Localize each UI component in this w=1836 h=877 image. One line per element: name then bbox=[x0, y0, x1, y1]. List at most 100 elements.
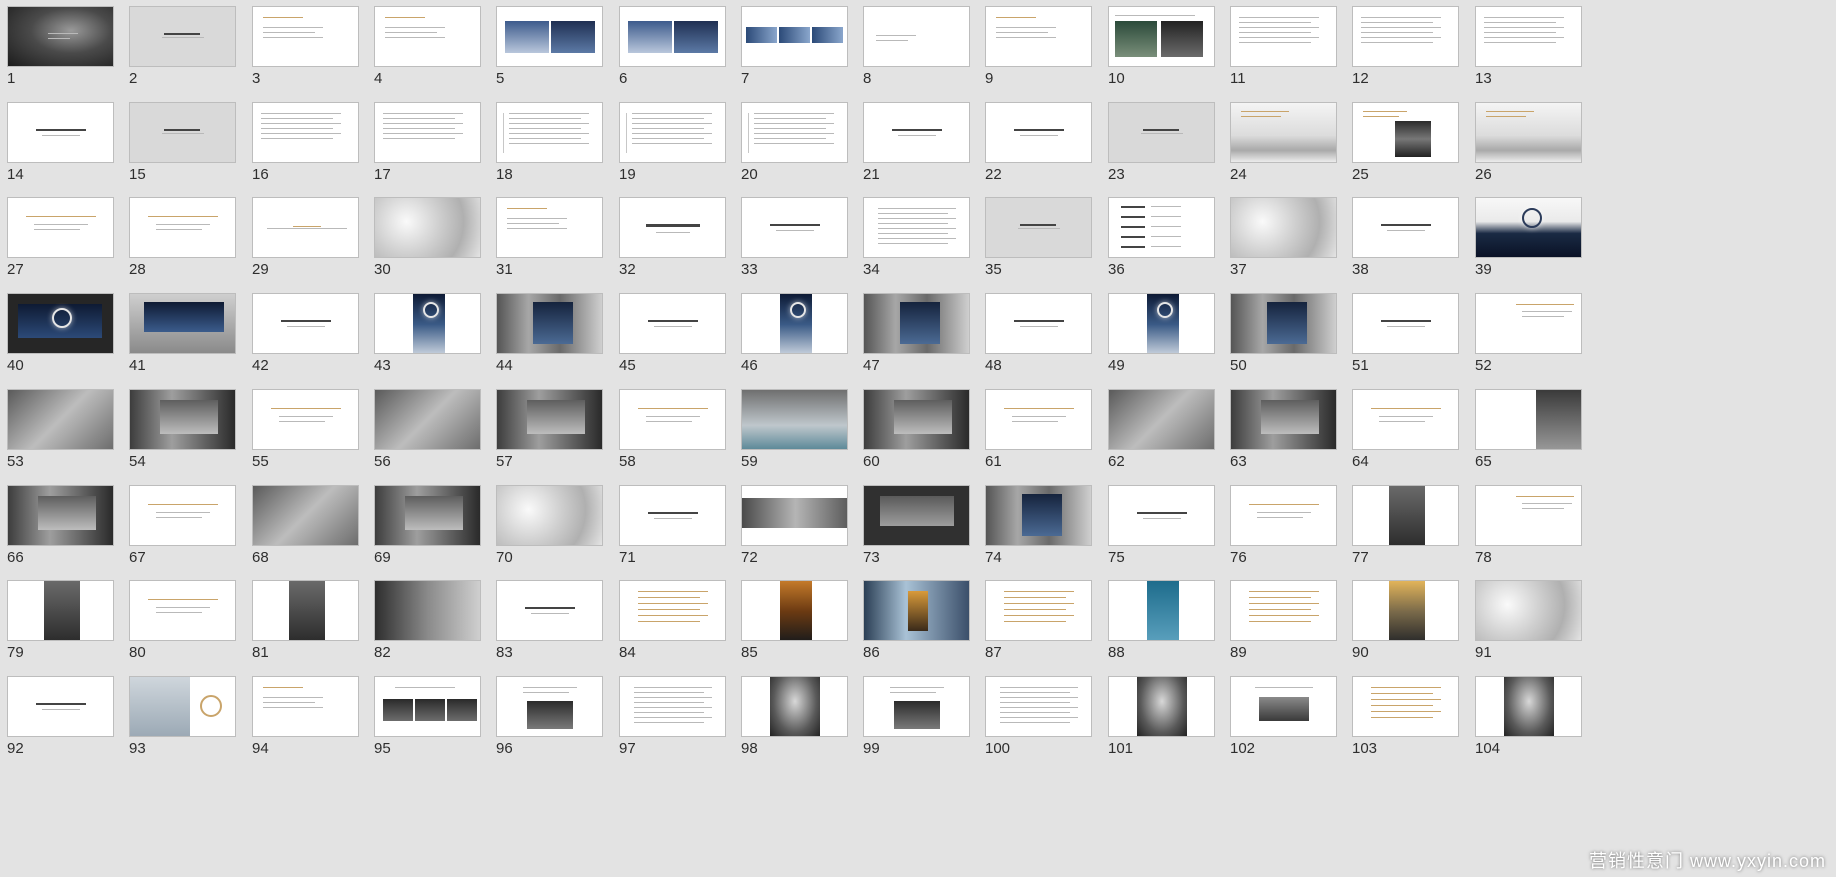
slide-thumbnail[interactable] bbox=[863, 197, 970, 258]
slide-thumbnail[interactable] bbox=[129, 293, 236, 354]
slide-thumbnail[interactable] bbox=[863, 102, 970, 163]
slide-thumbnail[interactable] bbox=[1475, 293, 1582, 354]
slide-thumbnail[interactable] bbox=[1475, 6, 1582, 67]
slide-thumbnail[interactable] bbox=[496, 6, 603, 67]
slide-thumbnail[interactable] bbox=[7, 389, 114, 450]
slide-thumbnail[interactable] bbox=[1352, 102, 1459, 163]
slide-thumbnail[interactable] bbox=[252, 485, 359, 546]
slide-thumbnail[interactable] bbox=[374, 197, 481, 258]
slide-thumbnail[interactable] bbox=[985, 676, 1092, 737]
slide-thumbnail[interactable] bbox=[496, 389, 603, 450]
slide-thumbnail[interactable] bbox=[1352, 6, 1459, 67]
slide-thumbnail[interactable] bbox=[985, 197, 1092, 258]
slide-thumbnail[interactable] bbox=[1108, 485, 1215, 546]
slide-thumbnail[interactable] bbox=[7, 102, 114, 163]
slide-thumbnail[interactable] bbox=[7, 580, 114, 641]
slide-thumbnail[interactable] bbox=[985, 6, 1092, 67]
slide-thumbnail[interactable] bbox=[985, 485, 1092, 546]
slide-thumbnail[interactable] bbox=[619, 676, 726, 737]
slide-thumbnail[interactable] bbox=[496, 580, 603, 641]
slide-thumbnail[interactable] bbox=[1108, 389, 1215, 450]
slide-thumbnail[interactable] bbox=[741, 580, 848, 641]
slide-thumbnail[interactable] bbox=[1108, 293, 1215, 354]
slide-thumbnail[interactable] bbox=[741, 197, 848, 258]
slide-thumbnail[interactable] bbox=[619, 102, 726, 163]
slide-thumbnail[interactable] bbox=[1475, 389, 1582, 450]
slide-thumbnail[interactable] bbox=[863, 485, 970, 546]
slide-thumbnail[interactable] bbox=[985, 293, 1092, 354]
slide-thumbnail[interactable] bbox=[129, 580, 236, 641]
slide-thumbnail[interactable] bbox=[252, 676, 359, 737]
slide-thumbnail[interactable] bbox=[985, 389, 1092, 450]
slide-thumbnail[interactable] bbox=[1475, 676, 1582, 737]
slide-thumbnail[interactable] bbox=[496, 102, 603, 163]
slide-thumbnail[interactable] bbox=[252, 389, 359, 450]
slide-thumbnail[interactable] bbox=[1230, 676, 1337, 737]
slide-thumbnail[interactable] bbox=[1108, 102, 1215, 163]
slide-thumbnail[interactable] bbox=[1230, 102, 1337, 163]
slide-thumbnail[interactable] bbox=[619, 6, 726, 67]
slide-thumbnail[interactable] bbox=[252, 197, 359, 258]
slide-thumbnail[interactable] bbox=[129, 102, 236, 163]
slide-thumbnail[interactable] bbox=[374, 676, 481, 737]
slide-thumbnail[interactable] bbox=[863, 6, 970, 67]
slide-thumbnail[interactable] bbox=[496, 676, 603, 737]
slide-thumbnail[interactable] bbox=[1230, 6, 1337, 67]
slide-thumbnail[interactable] bbox=[1352, 485, 1459, 546]
slide-thumbnail[interactable] bbox=[1230, 485, 1337, 546]
slide-thumbnail[interactable] bbox=[374, 389, 481, 450]
slide-thumbnail[interactable] bbox=[7, 293, 114, 354]
slide-thumbnail[interactable] bbox=[1475, 485, 1582, 546]
slide-thumbnail[interactable] bbox=[619, 485, 726, 546]
slide-thumbnail[interactable] bbox=[374, 6, 481, 67]
slide-thumbnail[interactable] bbox=[863, 676, 970, 737]
slide-thumbnail[interactable] bbox=[1352, 197, 1459, 258]
slide-thumbnail[interactable] bbox=[1352, 580, 1459, 641]
slide-thumbnail[interactable] bbox=[252, 102, 359, 163]
slide-thumbnail[interactable] bbox=[1108, 197, 1215, 258]
slide-thumbnail[interactable] bbox=[129, 485, 236, 546]
slide-thumbnail[interactable] bbox=[374, 485, 481, 546]
slide-thumbnail[interactable] bbox=[374, 293, 481, 354]
slide-thumbnail[interactable] bbox=[741, 676, 848, 737]
slide-thumbnail[interactable] bbox=[252, 293, 359, 354]
slide-thumbnail[interactable] bbox=[619, 197, 726, 258]
slide-thumbnail[interactable] bbox=[863, 293, 970, 354]
slide-thumbnail[interactable] bbox=[129, 676, 236, 737]
slide-thumbnail[interactable] bbox=[985, 580, 1092, 641]
slide-thumbnail[interactable] bbox=[496, 197, 603, 258]
slide-thumbnail[interactable] bbox=[7, 485, 114, 546]
slide-thumbnail[interactable] bbox=[863, 580, 970, 641]
slide-thumbnail[interactable] bbox=[985, 102, 1092, 163]
slide-thumbnail[interactable] bbox=[1230, 293, 1337, 354]
slide-thumbnail[interactable] bbox=[1230, 580, 1337, 641]
slide-thumbnail[interactable] bbox=[7, 197, 114, 258]
slide-thumbnail[interactable] bbox=[741, 485, 848, 546]
slide-thumbnail[interactable] bbox=[1108, 6, 1215, 67]
slide-thumbnail[interactable] bbox=[496, 293, 603, 354]
slide-thumbnail[interactable] bbox=[741, 293, 848, 354]
slide-thumbnail[interactable] bbox=[252, 6, 359, 67]
slide-thumbnail[interactable] bbox=[1475, 580, 1582, 641]
slide-thumbnail[interactable] bbox=[374, 102, 481, 163]
slide-thumbnail[interactable] bbox=[619, 389, 726, 450]
slide-thumbnail[interactable] bbox=[741, 6, 848, 67]
slide-thumbnail[interactable] bbox=[129, 389, 236, 450]
slide-thumbnail[interactable] bbox=[252, 580, 359, 641]
slide-thumbnail[interactable] bbox=[7, 6, 114, 67]
slide-thumbnail[interactable] bbox=[374, 580, 481, 641]
slide-thumbnail[interactable] bbox=[741, 102, 848, 163]
slide-thumbnail[interactable] bbox=[619, 580, 726, 641]
slide-thumbnail[interactable] bbox=[863, 389, 970, 450]
slide-thumbnail[interactable] bbox=[1475, 197, 1582, 258]
slide-thumbnail[interactable] bbox=[7, 676, 114, 737]
slide-thumbnail[interactable] bbox=[1108, 580, 1215, 641]
slide-thumbnail[interactable] bbox=[496, 485, 603, 546]
slide-thumbnail[interactable] bbox=[129, 197, 236, 258]
slide-thumbnail[interactable] bbox=[1108, 676, 1215, 737]
slide-thumbnail[interactable] bbox=[1230, 197, 1337, 258]
slide-thumbnail[interactable] bbox=[1352, 676, 1459, 737]
slide-thumbnail[interactable] bbox=[619, 293, 726, 354]
slide-thumbnail[interactable] bbox=[1352, 293, 1459, 354]
slide-thumbnail[interactable] bbox=[1352, 389, 1459, 450]
